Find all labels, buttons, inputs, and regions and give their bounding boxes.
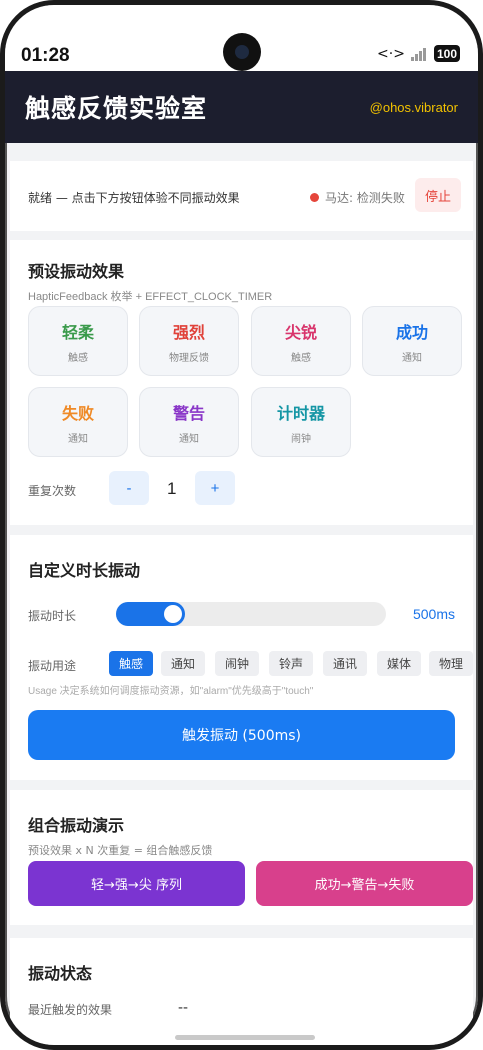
- preset-name: 尖锐: [284, 322, 317, 342]
- usage-chip-5[interactable]: 媒体: [377, 651, 422, 676]
- preset-desc: 闹钟: [291, 433, 311, 445]
- error-dot-icon: [310, 193, 319, 202]
- custom-title: 自定义时长振动: [28, 561, 141, 580]
- decrement-button[interactable]: -: [109, 471, 149, 505]
- status-icons: <·> 100: [377, 45, 460, 62]
- preset-name: 失败: [61, 403, 94, 423]
- preset-desc: 触感: [68, 352, 88, 364]
- module-tag: @ohos.vibrator: [369, 99, 458, 115]
- usage-chip-3[interactable]: 铃声: [269, 651, 314, 676]
- device-frame: 01:28 <·> 100 触感反馈实验室 @ohos.vibrator 就绪 …: [0, 0, 483, 1050]
- signal-icon: [410, 47, 426, 61]
- status-bar: 01:28 <·> 100: [5, 5, 478, 71]
- preset-button-6[interactable]: 计时器 闹钟: [251, 387, 351, 457]
- motor-status-text: 马达: 检测失败: [325, 191, 405, 205]
- usage-chip-6[interactable]: 物理: [429, 651, 473, 676]
- preset-name: 强烈: [172, 322, 205, 342]
- preset-desc: 通知: [402, 352, 422, 364]
- state-card: 振动状态 最近触发的效果 --: [10, 938, 473, 1045]
- page-title: 触感反馈实验室: [25, 94, 208, 123]
- sequence-light-strong-sharp-button[interactable]: 轻→强→尖 序列: [28, 861, 245, 906]
- preset-button-2[interactable]: 尖锐 触感: [251, 306, 351, 376]
- slider-thumb[interactable]: [164, 605, 182, 623]
- clock: 01:28: [21, 45, 70, 66]
- motor-status: 马达: 检测失败: [310, 189, 405, 206]
- combo-title: 组合振动演示: [28, 816, 125, 835]
- repeat-count: 1: [167, 479, 177, 498]
- preset-button-4[interactable]: 失败 通知: [28, 387, 128, 457]
- preset-card: 预设振动效果 HapticFeedback 枚举 + EFFECT_CLOCK_…: [10, 240, 473, 525]
- stop-button[interactable]: 停止: [415, 178, 461, 212]
- duration-slider[interactable]: [116, 602, 386, 626]
- custom-card: 自定义时长振动 振动时长 500ms 振动用途 触感 通知 闹钟 铃声 通讯 媒体 物理 U…: [10, 535, 473, 780]
- preset-button-1[interactable]: 强烈 物理反馈: [139, 306, 239, 376]
- preset-name: 轻柔: [61, 322, 94, 342]
- preset-desc: 通知: [179, 433, 199, 445]
- preset-title: 预设振动效果: [28, 262, 125, 281]
- preset-desc: 通知: [68, 433, 88, 445]
- duration-value: 500ms: [412, 606, 455, 622]
- usage-chip-0[interactable]: 触感: [109, 651, 154, 676]
- repeat-label: 重复次数: [28, 484, 77, 498]
- app-header: 触感反馈实验室 @ohos.vibrator: [5, 71, 478, 143]
- combo-subtitle: 预设效果 x N 次重复 = 组合触感反馈: [28, 844, 213, 857]
- state-title: 振动状态: [28, 964, 93, 983]
- usage-chip-2[interactable]: 闹钟: [215, 651, 260, 676]
- last-effect-label: 最近触发的效果: [28, 1003, 113, 1017]
- usage-label: 振动用途: [28, 659, 77, 673]
- usage-chip-1[interactable]: 通知: [161, 651, 206, 676]
- usage-hint: Usage 决定系统如何调度振动资源，如"alarm"优先级高于"touch": [28, 686, 314, 697]
- preset-button-3[interactable]: 成功 通知: [362, 306, 462, 376]
- preset-name: 警告: [172, 403, 205, 423]
- preset-name: 成功: [395, 322, 428, 342]
- preset-desc: 触感: [291, 352, 311, 364]
- preset-desc: 物理反馈: [169, 352, 209, 364]
- content-scroll[interactable]: 就绪 — 点击下方按钮体验不同振动效果 马达: 检测失败 停止 预设振动效果 H…: [5, 143, 478, 1045]
- increment-button[interactable]: +: [195, 471, 235, 505]
- duration-label: 振动时长: [28, 609, 77, 623]
- status-card: 就绪 — 点击下方按钮体验不同振动效果 马达: 检测失败 停止: [10, 161, 473, 231]
- status-message: 就绪 — 点击下方按钮体验不同振动效果: [28, 191, 240, 205]
- trigger-vibration-button[interactable]: 触发振动 (500ms): [28, 710, 455, 760]
- preset-name: 计时器: [276, 403, 325, 423]
- usage-chip-4[interactable]: 通讯: [323, 651, 368, 676]
- sequence-success-warning-failure-button[interactable]: 成功→警告→失败: [256, 861, 473, 906]
- home-indicator[interactable]: [175, 1035, 315, 1040]
- network-icon: <·>: [377, 45, 405, 62]
- preset-button-0[interactable]: 轻柔 触感: [28, 306, 128, 376]
- camera-cutout: [223, 33, 261, 71]
- last-effect-value: --: [178, 999, 188, 1016]
- battery-icon: 100: [433, 45, 460, 62]
- combo-card: 组合振动演示 预设效果 x N 次重复 = 组合触感反馈 轻→强→尖 序列 成功…: [10, 790, 473, 925]
- preset-button-5[interactable]: 警告 通知: [139, 387, 239, 457]
- preset-subtitle: HapticFeedback 枚举 + EFFECT_CLOCK_TIMER: [28, 291, 273, 303]
